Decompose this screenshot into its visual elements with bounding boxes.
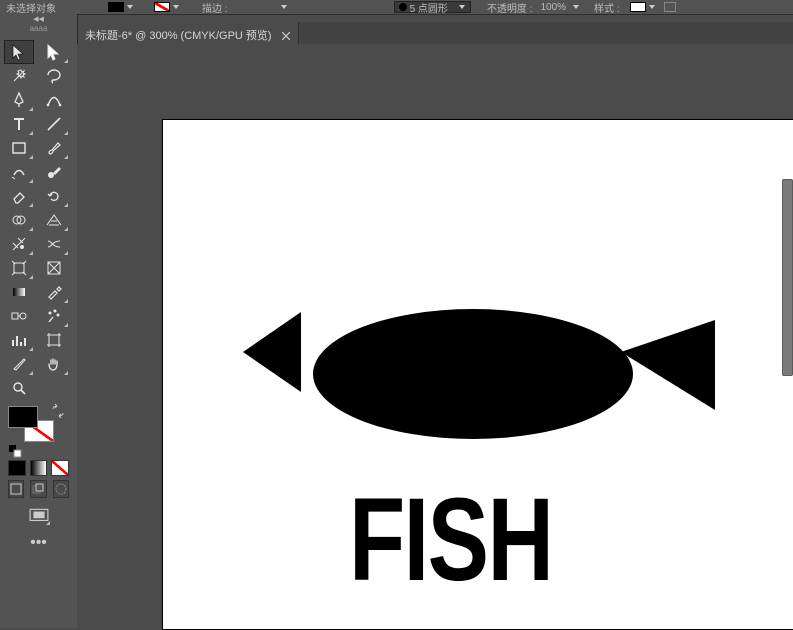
default-colors-icon[interactable]	[8, 444, 22, 458]
draw-inside-icon[interactable]	[53, 480, 69, 498]
gradient-tool[interactable]	[4, 280, 34, 304]
shape-fish-head[interactable]	[243, 312, 301, 392]
line-segment-tool[interactable]	[39, 112, 69, 136]
type-tool[interactable]	[4, 112, 34, 136]
more-options[interactable]	[664, 0, 676, 14]
style-swatch[interactable]	[628, 0, 656, 14]
pen-tool[interactable]	[4, 88, 34, 112]
stroke-label: 描边 :	[202, 0, 228, 14]
chevron-down-icon[interactable]	[126, 3, 134, 11]
rectangle-tool[interactable]	[4, 136, 34, 160]
canvas-area[interactable]: FISH	[77, 44, 793, 628]
paintbrush-tool[interactable]	[39, 136, 69, 160]
brush-profile-dropdown[interactable]: 5 点圆形	[394, 1, 471, 13]
tab-title: 未标题-6* @ 300% (CMYK/GPU 预览)	[85, 27, 272, 43]
selection-status: 未选择对象	[0, 0, 98, 14]
shape-builder-tool[interactable]	[4, 208, 34, 232]
symbol-sprayer-tool[interactable]	[39, 304, 69, 328]
selection-tool[interactable]	[4, 40, 34, 64]
stroke-swatch[interactable]	[154, 2, 170, 12]
opacity-label: 不透明度 :	[487, 0, 533, 14]
puppet-warp-tool[interactable]	[39, 256, 69, 280]
blend-tool[interactable]	[4, 304, 34, 328]
stroke-swatch-group[interactable]	[152, 0, 180, 14]
shape-fish-body[interactable]	[313, 309, 633, 439]
direct-selection-tool[interactable]	[39, 40, 69, 64]
free-transform-tool[interactable]	[4, 256, 34, 280]
artboard-tool[interactable]	[39, 328, 69, 352]
gradient-color-button[interactable]	[30, 460, 48, 476]
perspective-grid-tool[interactable]	[39, 208, 69, 232]
magic-wand-tool[interactable]	[4, 64, 34, 88]
toolbox-label: aaaa	[0, 24, 77, 36]
opacity-value[interactable]: 100%	[540, 0, 580, 14]
eraser-tool[interactable]	[4, 184, 34, 208]
chevron-down-icon[interactable]	[572, 3, 580, 11]
swap-colors-icon[interactable]	[51, 404, 65, 418]
draw-mode-row	[0, 476, 77, 498]
chevron-down-icon[interactable]	[280, 3, 288, 11]
close-icon[interactable]	[282, 31, 290, 39]
lasso-tool[interactable]	[39, 64, 69, 88]
fill-swatch-group[interactable]	[106, 0, 134, 14]
options-bar: 未选择对象 描边 : 5 点圆形 不透明度 : 100% 样式 :	[0, 0, 793, 15]
chevron-down-icon[interactable]	[172, 3, 180, 11]
column-graph-tool[interactable]	[4, 328, 34, 352]
slice-tool[interactable]	[4, 352, 34, 376]
color-mode-row	[0, 460, 77, 476]
draw-normal-icon[interactable]	[8, 480, 24, 498]
chevron-down-icon[interactable]	[648, 3, 656, 11]
vertical-scrollbar[interactable]	[782, 179, 793, 376]
hand-tool[interactable]	[39, 352, 69, 376]
chevron-down-icon[interactable]	[458, 3, 466, 11]
mesh-tool[interactable]	[4, 232, 34, 256]
document-tab[interactable]: 未标题-6* @ 300% (CMYK/GPU 预览)	[77, 22, 299, 44]
screen-mode-icon[interactable]	[27, 506, 51, 526]
style-label: 样式 :	[594, 0, 620, 14]
solid-color-button[interactable]	[8, 460, 26, 476]
stroke-weight-dropdown[interactable]	[236, 0, 288, 14]
draw-behind-icon[interactable]	[30, 480, 46, 498]
eyedropper-tool[interactable]	[39, 280, 69, 304]
fill-color-box[interactable]	[8, 406, 38, 428]
zoom-tool[interactable]	[4, 376, 34, 400]
text-object[interactable]: FISH	[349, 472, 552, 608]
width-tool[interactable]	[39, 232, 69, 256]
fill-stroke-color-control[interactable]	[6, 404, 71, 458]
edit-toolbar-icon[interactable]: •••	[0, 534, 77, 552]
shaper-tool[interactable]	[4, 160, 34, 184]
artboard[interactable]: FISH	[162, 119, 793, 630]
document-tab-bar: 未标题-6* @ 300% (CMYK/GPU 预览)	[77, 22, 793, 44]
fill-swatch[interactable]	[108, 2, 124, 12]
panel-collapse-icon[interactable]: ◀◀	[0, 14, 77, 24]
rotate-tool[interactable]	[39, 184, 69, 208]
shape-fish-tail[interactable]	[621, 320, 715, 410]
toolbox-panel: ◀◀ aaaa	[0, 14, 78, 628]
dot-icon	[399, 3, 407, 11]
curvature-tool[interactable]	[39, 88, 69, 112]
blob-brush-tool[interactable]	[39, 160, 69, 184]
none-color-button[interactable]	[51, 460, 69, 476]
